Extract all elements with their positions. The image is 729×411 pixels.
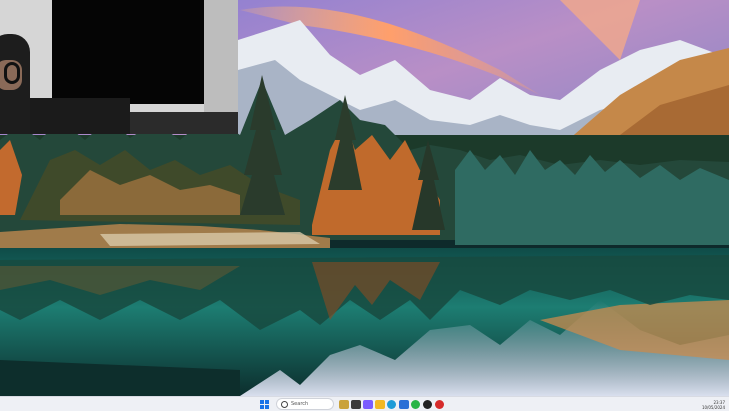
- recorder-icon: [435, 399, 444, 409]
- edge-browser-taskbar-button[interactable]: [386, 399, 397, 409]
- whatsapp-taskbar-button[interactable]: [410, 399, 421, 409]
- recorder-taskbar-button[interactable]: [434, 399, 445, 409]
- search-icon: [281, 400, 288, 408]
- webcam-monitor: [52, 0, 204, 104]
- file-explorer-taskbar-button[interactable]: [374, 399, 385, 409]
- start-button[interactable]: [258, 399, 270, 409]
- copilot-taskbar-button[interactable]: [362, 399, 373, 409]
- task-view-icon: [350, 399, 361, 409]
- task-view-taskbar-button[interactable]: [350, 399, 361, 409]
- windows-logo-icon: [259, 399, 269, 409]
- copilot-icon: [362, 399, 373, 409]
- taskbar: Search 23:37 10/05/2024: [0, 396, 729, 411]
- clock-date: 10/05/2024: [701, 404, 725, 410]
- system-clock[interactable]: 23:37 10/05/2024: [702, 398, 725, 411]
- taskbar-search-box[interactable]: Search: [276, 398, 334, 410]
- webcam-monitor-frame: [204, 0, 238, 120]
- webcam-keyboard: [30, 98, 130, 134]
- media-player-icon: [423, 399, 432, 409]
- webcam-overlay: [0, 0, 238, 134]
- whatsapp-icon: [411, 399, 420, 409]
- edge-browser-icon: [387, 399, 396, 409]
- media-player-taskbar-button[interactable]: [422, 399, 433, 409]
- store-icon: [398, 399, 409, 409]
- widgets-icon: [338, 399, 349, 409]
- file-explorer-icon: [374, 399, 385, 409]
- search-placeholder: Search: [291, 401, 309, 407]
- store-taskbar-button[interactable]: [398, 399, 409, 409]
- headset-icon: [4, 62, 20, 84]
- widgets-taskbar-button[interactable]: [338, 399, 349, 409]
